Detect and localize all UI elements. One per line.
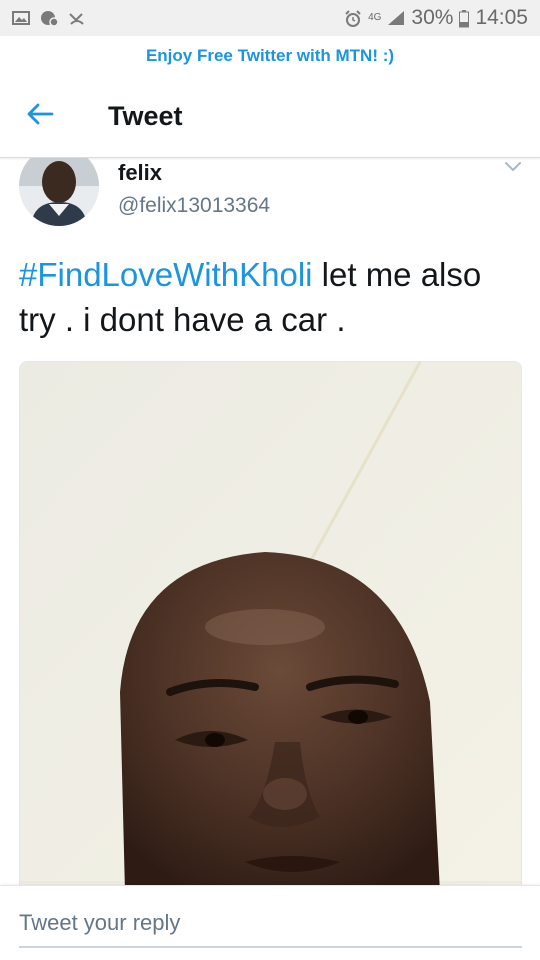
tweet-detail: felix @felix13013364 #FindLoveWithKholi … — [0, 158, 540, 885]
back-button[interactable] — [0, 76, 80, 158]
tweet-header: felix @felix13013364 — [0, 158, 540, 228]
promo-text: Enjoy Free Twitter with MTN! :) — [145, 46, 395, 65]
signal-icon — [387, 10, 405, 26]
clock: 14:05 — [475, 6, 528, 29]
tweet-text: #FindLoveWithKholi let me also try . i d… — [19, 252, 519, 342]
tweet-media-photo[interactable] — [19, 361, 522, 885]
promo-banner[interactable]: Enjoy Free Twitter with MTN! :) — [0, 36, 540, 76]
chevron-down-icon — [504, 160, 522, 178]
reply-input[interactable]: Tweet your reply — [19, 910, 522, 948]
battery-percent: 30% — [411, 6, 454, 29]
status-left — [12, 10, 86, 27]
reply-bar: Tweet your reply — [0, 885, 540, 960]
hashtag-link[interactable]: #FindLoveWithKholi — [19, 256, 313, 293]
network-type: 4G — [368, 12, 382, 23]
missed-call-icon — [68, 10, 86, 26]
tweet-menu-button[interactable] — [502, 158, 524, 180]
status-right: 4G 30% 14:05 — [344, 6, 528, 30]
user-handle[interactable]: @felix13013364 — [118, 194, 270, 218]
app-bar: Tweet — [0, 76, 540, 158]
user-display-name[interactable]: felix — [118, 160, 162, 186]
notification-icon — [40, 10, 59, 27]
alarm-icon — [344, 10, 362, 27]
battery-icon — [459, 10, 470, 28]
status-bar: 4G 30% 14:05 — [0, 0, 540, 36]
image-icon — [12, 10, 30, 26]
avatar[interactable] — [19, 158, 99, 226]
back-arrow-icon — [26, 103, 54, 130]
page-title: Tweet — [108, 101, 183, 131]
